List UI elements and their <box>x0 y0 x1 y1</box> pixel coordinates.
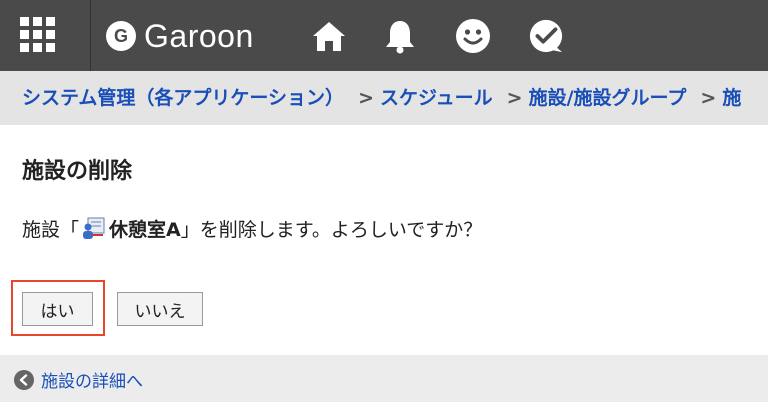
logo-mark: G <box>106 21 136 51</box>
breadcrumb-separator: > <box>358 87 374 109</box>
bell-icon[interactable] <box>382 18 418 54</box>
logo-text: Garoon <box>144 17 254 54</box>
breadcrumb: システム管理（各アプリケーション） > スケジュール > 施設/施設グループ > 施 <box>0 71 768 125</box>
top-bar: G Garoon <box>0 0 768 71</box>
breadcrumb-facility-truncated[interactable]: 施 <box>722 87 741 109</box>
facility-icon <box>81 217 105 241</box>
footer: 施設の詳細へ <box>0 355 768 402</box>
apps-grid-icon[interactable] <box>20 17 60 57</box>
confirmation-message: 施設「 休憩室A 」を削除します。よろしいですか？ <box>22 215 482 242</box>
breadcrumb-facility-groups[interactable]: 施設/施設グループ <box>529 87 687 109</box>
yes-button[interactable]: はい <box>22 292 93 326</box>
main-panel: 施設の削除 施設「 休憩室A 」を削除します。よろしいですか？ はい いいえ <box>0 125 768 355</box>
topbar-divider <box>90 0 91 71</box>
page-title: 施設の削除 <box>22 159 133 184</box>
check-chat-icon[interactable] <box>528 18 564 54</box>
breadcrumb-separator: > <box>506 87 523 109</box>
breadcrumb-schedule[interactable]: スケジュール <box>380 87 493 109</box>
chevron-left-circle-icon <box>14 369 34 390</box>
garoon-logo[interactable]: G Garoon <box>106 18 254 54</box>
home-icon[interactable] <box>311 18 347 54</box>
no-button[interactable]: いいえ <box>117 292 203 326</box>
breadcrumb-system-admin[interactable]: システム管理（各アプリケーション） <box>22 87 344 109</box>
message-suffix: 」を削除します。よろしいですか？ <box>180 219 483 241</box>
back-to-facility-detail-link[interactable]: 施設の詳細へ <box>14 367 143 392</box>
breadcrumb-separator: > <box>700 87 717 109</box>
message-prefix: 施設「 <box>22 219 80 241</box>
smiley-icon[interactable] <box>455 18 491 54</box>
facility-name: 休憩室A <box>109 219 181 241</box>
back-link-label: 施設の詳細へ <box>41 372 143 392</box>
